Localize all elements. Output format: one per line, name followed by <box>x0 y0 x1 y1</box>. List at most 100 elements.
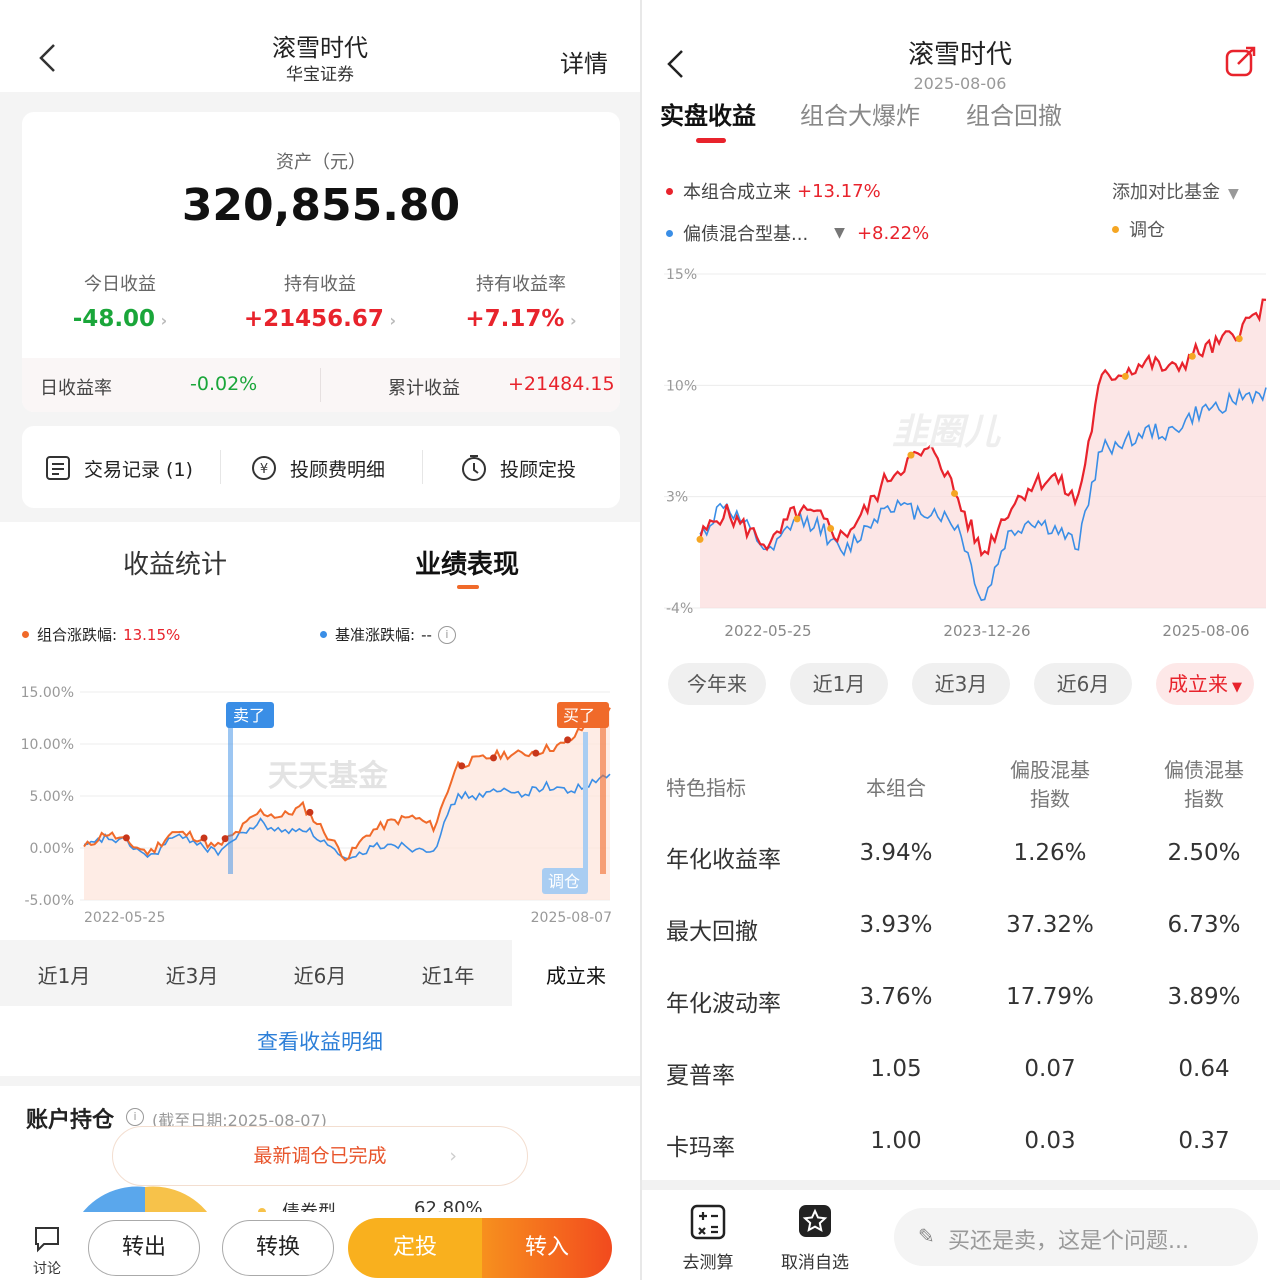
rebalance-point <box>458 762 466 770</box>
period-6m[interactable]: 近6月 <box>1034 663 1132 705</box>
unfavorite-label[interactable]: 取消自选 <box>770 1248 860 1273</box>
holding-rate-number: +7.17% <box>465 306 565 332</box>
back-arrow-icon[interactable] <box>36 42 60 74</box>
rebalance-point <box>1188 352 1196 360</box>
info-icon[interactable]: i <box>126 1108 144 1126</box>
pencil-icon: ✎ <box>918 1224 935 1248</box>
x-end-label: 2025-08-07 <box>531 910 612 926</box>
metrics-header-bond-index: 偏债混基 指数 <box>1164 758 1244 811</box>
performance-section: 收益统计 业绩表现 组合涨跌幅: 13.15% 基准涨跌幅: -- i 15.0… <box>0 522 640 940</box>
series1-legend: 本组合成立来 +13.17% <box>666 178 881 204</box>
metric-portfolio: 1.05 <box>870 1056 922 1082</box>
advisor-fee-button[interactable]: ¥ 投顾费明细 <box>250 452 385 484</box>
portfolio-legend: 组合涨跌幅: 13.15% <box>22 624 180 645</box>
left-bottom-bar: 讨论 转出 转换 定投 转入 <box>0 1212 640 1280</box>
chat-icon[interactable] <box>32 1224 62 1254</box>
transfer-in-button[interactable]: 转入 <box>482 1218 612 1278</box>
trade-records-label: 交易记录 (1) <box>84 458 193 481</box>
period-since-inception[interactable]: 成立来 <box>512 940 640 1006</box>
rebalance-point <box>951 489 959 497</box>
right-area-fill <box>700 299 1266 608</box>
metric-equity: 1.26% <box>1013 840 1087 866</box>
rebalance-point <box>306 808 314 816</box>
rebalance-legend-label: 调仓 <box>1129 220 1165 241</box>
left-period-bar: 近1月 近3月 近6月 近1年 成立来 <box>0 940 640 1006</box>
calculator-icon[interactable] <box>690 1204 726 1240</box>
tab-big-bang[interactable]: 组合大爆炸 <box>800 96 920 131</box>
asset-label: 资产（元） <box>276 152 366 173</box>
today-profit-value[interactable]: -48.00 › <box>22 306 218 332</box>
tab-real-profit[interactable]: 实盘收益 <box>660 96 756 131</box>
period-6m[interactable]: 近6月 <box>256 960 384 989</box>
star-icon[interactable] <box>798 1204 832 1238</box>
series2-value: +8.22% <box>856 222 930 244</box>
add-compare-fund[interactable]: 添加对比基金 ▼ <box>1112 178 1239 204</box>
metric-portfolio: 1.00 <box>870 1128 922 1154</box>
today-profit-number: -48.00 <box>72 306 156 332</box>
convert-button[interactable]: 转换 <box>222 1220 334 1276</box>
period-since-inception[interactable]: 成立来 ▼ <box>1156 663 1254 705</box>
comment-input[interactable]: ✎ 买还是卖，这是个问题... <box>894 1208 1258 1266</box>
period-3m[interactable]: 近3月 <box>912 663 1010 705</box>
metric-name: 年化波动率 <box>666 991 781 1017</box>
rebalance-done-banner[interactable]: 最新调仓已完成 › <box>112 1126 528 1186</box>
right-panel: 滚雪时代 2025-08-06 实盘收益 组合大爆炸 组合回撤 本组合成立来 +… <box>642 0 1280 1280</box>
metrics-header-portfolio: 本组合 <box>866 776 926 800</box>
asset-value: 320,855.80 <box>181 180 461 231</box>
period-3m[interactable]: 近3月 <box>128 960 256 989</box>
info-icon[interactable]: i <box>437 625 456 644</box>
period-1m[interactable]: 近1月 <box>0 960 128 989</box>
tab-performance[interactable]: 业绩表现 <box>362 544 572 581</box>
dot-icon <box>1112 225 1119 233</box>
y-tick-label: 3% <box>666 490 688 506</box>
holding-rate-value[interactable]: +7.17% › <box>422 306 620 332</box>
view-profit-detail-link[interactable]: 查看收益明细 <box>0 1006 640 1076</box>
dot-icon <box>22 631 29 638</box>
transfer-out-button[interactable]: 转出 <box>88 1220 200 1276</box>
rebalance-done-text: 最新调仓已完成 <box>253 1145 387 1167</box>
back-arrow-icon[interactable] <box>664 48 688 80</box>
chevron-right-icon: › <box>449 1145 457 1167</box>
buy-marker-line <box>600 714 606 874</box>
cumulative-label: 累计收益 <box>388 378 460 399</box>
dot-icon <box>320 631 327 638</box>
page-title: 滚雪时代 <box>272 34 368 62</box>
dropdown-icon[interactable]: ▼ <box>834 225 845 241</box>
period-1m[interactable]: 近1月 <box>790 663 888 705</box>
metric-equity: 17.79% <box>1006 984 1094 1010</box>
period-ytd[interactable]: 今年来 <box>668 663 766 705</box>
x-tick-label: 2025-08-06 <box>1162 622 1249 640</box>
y-tick-label: -5.00% <box>24 893 74 909</box>
holdings-donut <box>79 1186 211 1216</box>
comment-placeholder: 买还是卖，这是个问题... <box>948 1229 1189 1254</box>
bench-legend-value: -- <box>421 625 432 644</box>
share-icon[interactable] <box>1224 44 1258 78</box>
tab-profit-stats[interactable]: 收益统计 <box>70 544 280 581</box>
clock-icon <box>462 455 486 481</box>
calc-label[interactable]: 去测算 <box>668 1248 748 1273</box>
rebalance-point <box>696 535 704 543</box>
metric-name: 最大回撤 <box>666 919 758 945</box>
metric-portfolio: 3.76% <box>859 984 933 1010</box>
tab-drawdown[interactable]: 组合回撤 <box>966 96 1062 131</box>
fixed-invest-button[interactable]: 定投 <box>348 1218 482 1278</box>
y-tick-label: -4% <box>666 601 693 617</box>
holding-profit-value[interactable]: +21456.67 › <box>218 306 422 332</box>
discuss-label[interactable]: 讨论 <box>24 1258 70 1278</box>
rebalance-point <box>532 749 540 757</box>
holdings-title: 账户持仓 <box>26 1108 115 1133</box>
left-chart-watermark: 天天基金 <box>268 759 389 794</box>
right-chart: 15% 10% 3% -4% 韭圈儿 2022-05-25 2023-12-26 2025… <box>664 267 1267 640</box>
metric-name: 夏普率 <box>666 1063 735 1089</box>
period-1y[interactable]: 近1年 <box>384 960 512 989</box>
yen-icon: ¥ <box>252 456 276 480</box>
x-start-label: 2022-05-25 <box>84 910 165 926</box>
trade-records-button[interactable]: 交易记录 (1) <box>44 452 193 484</box>
left-header: 滚雪时代 华宝证券 详情 <box>0 0 640 92</box>
rebalance-point <box>221 835 229 843</box>
bench-legend: 基准涨跌幅: -- i <box>320 624 456 645</box>
advisor-fixed-button[interactable]: 投顾定投 <box>460 452 576 484</box>
detail-link[interactable]: 详情 <box>560 44 608 79</box>
rebalance-point <box>1235 335 1243 343</box>
right-bottom-bar: 去测算 取消自选 ✎ 买还是卖，这是个问题... <box>642 1190 1280 1280</box>
